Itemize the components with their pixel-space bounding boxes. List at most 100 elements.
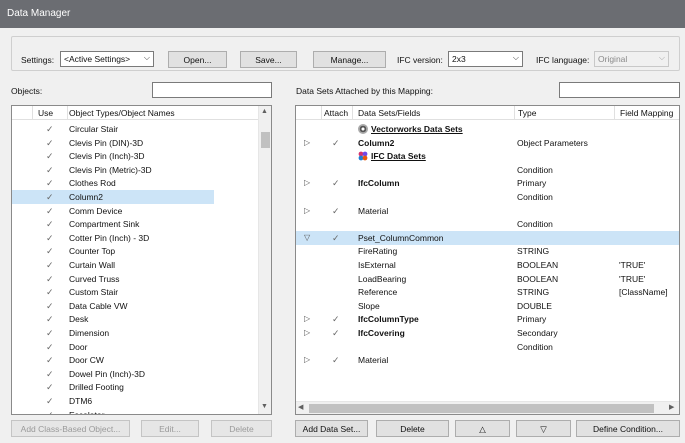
edit-button[interactable]: Edit... <box>141 420 199 437</box>
dataset-row[interactable]: FireRating STRING <box>296 244 679 258</box>
define-condition-button[interactable]: Define Condition... <box>576 420 680 437</box>
move-down-button[interactable]: ▽ <box>516 420 571 437</box>
ifc-language-dropdown[interactable]: Original ⌵ <box>594 51 669 67</box>
object-row[interactable]: ✓ Dimension <box>12 326 214 340</box>
objects-vertical-scrollbar[interactable]: ▲ ▼ <box>258 106 271 414</box>
dataset-row[interactable]: ▷ ✓ IfcColumnType Primary <box>296 312 679 326</box>
ifc-version-dropdown[interactable]: 2x3 ⌵ <box>448 51 523 67</box>
object-row[interactable]: ✓ Clevis Pin (Metric)-3D <box>12 163 214 177</box>
object-row[interactable]: ✓ Curved Truss <box>12 272 214 286</box>
manage-button[interactable]: Manage... <box>313 51 386 68</box>
dataset-row[interactable]: Condition <box>296 190 679 204</box>
object-row[interactable]: ✓ Clevis Pin (Inch)-3D <box>12 149 214 163</box>
use-check-icon[interactable]: ✓ <box>46 342 54 353</box>
scroll-right-icon[interactable]: ▶ <box>669 403 674 411</box>
use-check-icon[interactable]: ✓ <box>46 274 54 285</box>
dataset-row[interactable]: ▷ ✓ Material <box>296 353 679 367</box>
object-row[interactable]: ✓ Clevis Pin (DIN)-3D <box>12 136 214 150</box>
add-class-based-object-button[interactable]: Add Class-Based Object... <box>11 420 130 437</box>
attach-check-icon[interactable]: ✓ <box>332 178 340 189</box>
dataset-row[interactable]: ▽ ✓ Pset_ColumnCommon <box>296 230 679 245</box>
object-row[interactable]: ✓ Circular Stair <box>12 122 214 136</box>
collapsed-triangle-icon[interactable]: ▷ <box>304 178 310 187</box>
attach-check-icon[interactable]: ✓ <box>332 138 340 149</box>
object-row[interactable]: ✓ Custom Stair <box>12 285 214 299</box>
object-row[interactable]: ✓ Curtain Wall <box>12 258 214 272</box>
use-check-icon[interactable]: ✓ <box>46 138 54 149</box>
use-check-icon[interactable]: ✓ <box>46 246 54 257</box>
dataset-row[interactable]: ▷ ✓ IfcCovering Secondary <box>296 326 679 340</box>
datasets-tree[interactable]: Attach Data Sets/Fields Type Field Mappi… <box>295 105 680 415</box>
move-up-button[interactable]: △ <box>455 420 510 437</box>
open-button[interactable]: Open... <box>168 51 227 68</box>
object-row[interactable]: ✓ Door CW <box>12 353 214 367</box>
collapsed-triangle-icon[interactable]: ▷ <box>304 314 310 323</box>
scroll-up-icon[interactable]: ▲ <box>261 108 268 115</box>
object-row[interactable]: ✓ Cotter Pin (Inch) - 3D <box>12 231 214 245</box>
object-row[interactable]: ✓ Escalator <box>12 408 214 414</box>
save-button[interactable]: Save... <box>240 51 297 68</box>
use-check-icon[interactable]: ✓ <box>46 396 54 407</box>
collapsed-triangle-icon[interactable]: ▷ <box>304 138 310 147</box>
use-check-icon[interactable]: ✓ <box>46 382 54 393</box>
datasets-search-input[interactable] <box>559 82 680 98</box>
dataset-row[interactable]: IsExternal BOOLEAN 'TRUE' <box>296 258 679 272</box>
attach-check-icon[interactable]: ✓ <box>332 328 340 339</box>
use-check-icon[interactable]: ✓ <box>46 192 54 203</box>
column-header-type[interactable]: Type <box>518 108 536 118</box>
column-header-use[interactable]: Use <box>38 108 53 118</box>
use-check-icon[interactable]: ✓ <box>46 314 54 325</box>
objects-search-input[interactable] <box>152 82 272 98</box>
use-check-icon[interactable]: ✓ <box>46 301 54 312</box>
scroll-left-icon[interactable]: ◀ <box>298 403 303 411</box>
object-row[interactable]: ✓ Compartment Sink <box>12 217 214 231</box>
use-check-icon[interactable]: ✓ <box>46 355 54 366</box>
column-header-object-types[interactable]: Object Types/Object Names <box>69 108 175 118</box>
dataset-row[interactable]: LoadBearing BOOLEAN 'TRUE' <box>296 272 679 286</box>
use-check-icon[interactable]: ✓ <box>46 151 54 162</box>
dataset-row[interactable]: Condition <box>296 217 679 231</box>
datasets-hscroll-thumb[interactable] <box>309 404 654 413</box>
dataset-row[interactable]: ▷ ✓ Column2 Object Parameters <box>296 136 679 150</box>
dataset-row[interactable]: Condition <box>296 163 679 177</box>
object-row[interactable]: ✓ DTM6 <box>12 394 214 408</box>
dataset-row[interactable]: Slope DOUBLE <box>296 299 679 313</box>
attach-check-icon[interactable]: ✓ <box>332 314 340 325</box>
use-check-icon[interactable]: ✓ <box>46 260 54 271</box>
column-header-attach[interactable]: Attach <box>324 108 348 118</box>
object-row[interactable]: ✓ Comm Device <box>12 204 214 218</box>
collapsed-triangle-icon[interactable]: ▷ <box>304 328 310 337</box>
object-row[interactable]: ✓ Clothes Rod <box>12 176 214 190</box>
dataset-row[interactable]: Vectorworks Data Sets <box>296 122 679 136</box>
column-header-data-sets-fields[interactable]: Data Sets/Fields <box>358 108 420 118</box>
collapsed-triangle-icon[interactable]: ▷ <box>304 355 310 364</box>
dataset-row[interactable]: Condition <box>296 340 679 354</box>
objects-scroll-thumb[interactable] <box>261 132 270 148</box>
settings-dropdown[interactable]: <Active Settings> ⌵ <box>60 51 154 67</box>
attach-check-icon[interactable]: ✓ <box>332 206 340 217</box>
use-check-icon[interactable]: ✓ <box>46 206 54 217</box>
scroll-down-icon[interactable]: ▼ <box>261 403 268 410</box>
use-check-icon[interactable]: ✓ <box>46 233 54 244</box>
object-row[interactable]: ✓ Dowel Pin (Inch)-3D <box>12 367 214 381</box>
attach-check-icon[interactable]: ✓ <box>332 233 340 244</box>
object-row[interactable]: ✓ Desk <box>12 312 214 326</box>
collapsed-triangle-icon[interactable]: ▷ <box>304 206 310 215</box>
use-check-icon[interactable]: ✓ <box>46 178 54 189</box>
object-row[interactable]: ✓ Counter Top <box>12 244 214 258</box>
expanded-triangle-icon[interactable]: ▽ <box>304 233 310 242</box>
use-check-icon[interactable]: ✓ <box>46 328 54 339</box>
column-header-field-mapping[interactable]: Field Mapping <box>620 108 673 118</box>
dataset-row[interactable]: ▷ ✓ Material <box>296 204 679 218</box>
use-check-icon[interactable]: ✓ <box>46 124 54 135</box>
object-row[interactable]: ✓ Drilled Footing <box>12 380 214 394</box>
dataset-row[interactable]: Reference STRING [ClassName] <box>296 285 679 299</box>
use-check-icon[interactable]: ✓ <box>46 410 54 414</box>
object-row[interactable]: ✓ Column2 <box>12 190 214 204</box>
object-row[interactable]: ✓ Data Cable VW <box>12 299 214 313</box>
use-check-icon[interactable]: ✓ <box>46 287 54 298</box>
dataset-row[interactable]: ▷ ✓ IfcColumn Primary <box>296 176 679 190</box>
use-check-icon[interactable]: ✓ <box>46 219 54 230</box>
attach-check-icon[interactable]: ✓ <box>332 355 340 366</box>
add-data-set-button[interactable]: Add Data Set... <box>295 420 368 437</box>
